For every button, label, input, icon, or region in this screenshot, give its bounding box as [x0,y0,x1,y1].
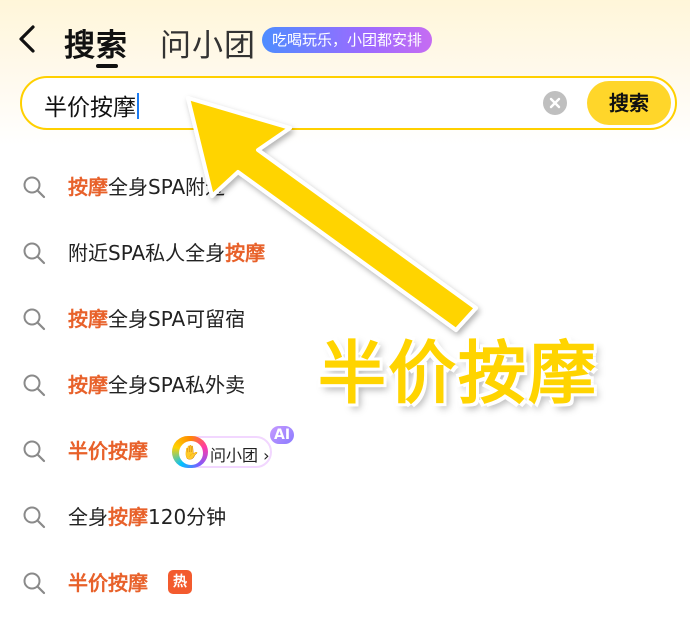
xiaotuan-avatar-icon: ✋ [179,441,203,465]
suggestion-rest: 全身SPA附近 [108,175,226,199]
suggestion-item[interactable]: 附近SPA私人全身按摩 [0,220,690,286]
suggestion-text: 附近SPA私人全身按摩 [68,237,265,266]
clear-icon[interactable] [543,91,567,115]
ask-xiaotuan-chip[interactable]: ✋ 问小团 › [172,436,272,468]
annotation-text: 半价按摩 [318,335,599,414]
search-query: 半价按摩 [44,95,136,121]
suggestion-text: 按摩全身SPA可留宿 [68,303,245,332]
ask-xiaotuan-label: 问小团 › [210,446,270,465]
search-icon [23,242,46,265]
suggestion-text: 按摩全身SPA附近 [68,171,225,200]
suggestion-item[interactable]: 半价按摩 ✋ 问小团 › AI [0,418,690,484]
search-icon [23,374,46,397]
suggestion-text: 按摩全身SPA私外卖 [68,369,245,398]
suggestion-rest: 全身SPA可留宿 [108,307,246,331]
tab-ask-xiaotuan[interactable]: 问小团 [160,20,256,65]
suggestion-highlight: 按摩 [68,373,108,397]
suggestion-item[interactable]: 半价按摩 热 [0,550,690,616]
search-icon [23,572,46,595]
suggestion-highlight: 按摩 [68,307,108,331]
tab-active-indicator [96,64,118,68]
suggestion-highlight: 半价按摩 [68,571,148,595]
promo-badge: 吃喝玩乐，小团都安排 [262,27,433,53]
text-caret [137,93,139,119]
search-icon [23,506,46,529]
search-button[interactable]: 搜索 [587,81,671,125]
suggestion-highlight: 按摩 [68,175,108,199]
suggestion-text: 全身按摩120分钟 [68,501,226,530]
header: 搜索 问小团 吃喝玩乐，小团都安排 [0,0,690,75]
search-icon [23,308,46,331]
chip-text: 问小团 [210,446,259,465]
suggestion-rest: 120分钟 [148,505,227,529]
search-icon [23,440,46,463]
suggestion-item[interactable]: 按摩全身SPA附近 [0,154,690,220]
tab-search[interactable]: 搜索 [64,20,128,65]
suggestion-highlight: 按摩 [225,241,266,265]
suggestion-text: 半价按摩 [68,567,148,596]
search-input[interactable]: 半价按摩 [44,88,139,122]
suggestion-text: 半价按摩 [68,435,148,464]
suggestion-item[interactable]: 全身按摩120分钟 [0,484,690,550]
back-arrow-icon[interactable] [16,24,40,54]
suggestion-prefix: 全身 [68,505,108,529]
suggestion-prefix: 附近SPA私人全身 [68,241,226,265]
suggestion-highlight: 按摩 [108,505,148,529]
suggestion-rest: 全身SPA私外卖 [108,373,246,397]
ai-badge: AI [270,426,295,444]
hot-badge: 热 [168,570,192,594]
search-bar: 半价按摩 搜索 [20,76,677,130]
search-icon [23,176,46,199]
suggestion-highlight: 半价按摩 [68,439,148,463]
